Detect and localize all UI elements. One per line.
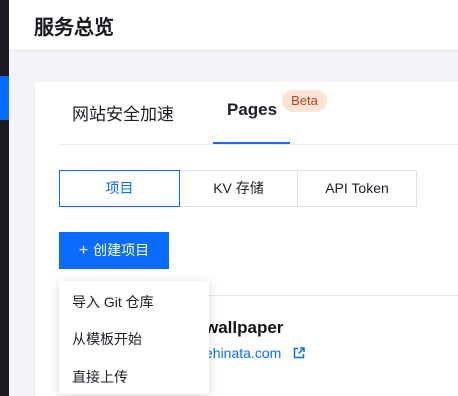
- project-name[interactable]: wallpaper: [205, 318, 283, 338]
- create-project-button[interactable]: + 创建项目: [59, 232, 169, 269]
- page-header: 服务总览: [9, 0, 458, 51]
- page-title: 服务总览: [34, 17, 114, 39]
- menu-item-import-git[interactable]: 导入 Git 仓库: [72, 292, 154, 312]
- subtab-kv-storage[interactable]: KV 存储: [180, 170, 298, 207]
- subtab-api-token[interactable]: API Token: [298, 170, 417, 207]
- plus-icon: +: [78, 242, 89, 259]
- left-sidebar: [0, 0, 9, 396]
- active-tab-indicator: [213, 142, 290, 144]
- external-link-icon[interactable]: [292, 346, 306, 360]
- menu-item-from-template[interactable]: 从模板开始: [72, 329, 142, 349]
- tab-pages[interactable]: Pages: [227, 100, 277, 126]
- tabs-divider: [58, 144, 458, 145]
- create-project-dropdown: 导入 Git 仓库 从模板开始 直接上传: [59, 281, 209, 394]
- tab-site-security-acceleration[interactable]: 网站安全加速: [72, 100, 174, 126]
- menu-item-direct-upload[interactable]: 直接上传: [72, 367, 128, 387]
- sidebar-active-item[interactable]: [0, 76, 9, 120]
- beta-badge: Beta: [282, 90, 327, 112]
- subtab-projects[interactable]: 项目: [59, 170, 180, 207]
- project-domain-link[interactable]: ehinata.com: [205, 345, 281, 361]
- create-project-label: 创建项目: [93, 242, 150, 258]
